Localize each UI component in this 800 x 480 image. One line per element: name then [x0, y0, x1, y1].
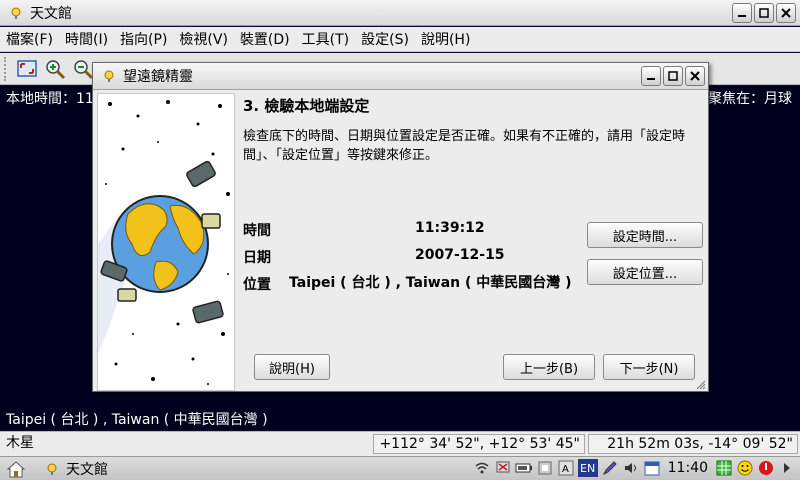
step-description: 檢查底下的時間、日期與位置設定是否正確。如果有不正確的，請用「設定時間」、「設定… — [243, 129, 686, 163]
menu-tools[interactable]: 工具(T) — [296, 29, 355, 49]
menu-file[interactable]: 檔案(F) — [0, 29, 59, 49]
home-icon[interactable] — [6, 460, 26, 478]
kstars-task-icon — [44, 461, 60, 477]
dialog-maximize-button[interactable] — [663, 66, 683, 86]
sky-focus-info: 聚焦在：月球 — [708, 91, 792, 107]
language-indicator-label: EN — [580, 461, 596, 475]
set-time-button[interactable]: 設定時間... — [587, 222, 703, 248]
close-button[interactable] — [776, 3, 796, 23]
menubar: 檔案(F) 時間(I) 指向(P) 檢視(V) 裝置(D) 工具(T) 設定(S… — [0, 27, 800, 52]
grid-apps-icon[interactable] — [715, 459, 733, 477]
toolbar-handle[interactable] — [4, 56, 10, 81]
status-object-name: 木星 — [6, 435, 34, 451]
taskbar: 天文館 A EN 11:40 — [0, 456, 800, 480]
status-altaz: +112° 34' 52", +12° 53' 45" — [373, 434, 585, 454]
dialog-minimize-button[interactable] — [641, 66, 661, 86]
location-value: Taipei ( 台北 ) , Taiwan ( 中華民國台灣 ) — [289, 275, 572, 291]
date-value: 2007-12-15 — [415, 247, 505, 263]
network-icon[interactable] — [494, 459, 512, 477]
maximize-button[interactable] — [754, 3, 774, 23]
dialog-close-button[interactable] — [685, 66, 705, 86]
language-indicator[interactable]: EN — [577, 459, 598, 477]
statusbar: 木星 +112° 34' 52", +12° 53' 45" 21h 52m 0… — [0, 431, 800, 456]
dialog-title: 望遠鏡精靈 — [123, 69, 193, 85]
keyboard-icon[interactable] — [536, 459, 554, 477]
volume-icon[interactable] — [622, 459, 640, 477]
system-tray: A EN 11:40 — [473, 459, 796, 477]
sky-location-info: Taipei ( 台北 ) , Taiwan ( 中華民國台灣 ) — [6, 412, 268, 428]
status-radec: 21h 52m 03s, -14° 09' 52" — [588, 434, 798, 454]
back-button[interactable]: 上一步(B) — [503, 354, 595, 380]
resize-grip-icon[interactable] — [696, 379, 706, 390]
menu-settings[interactable]: 設定(S) — [355, 29, 415, 49]
power-icon[interactable] — [757, 459, 775, 477]
taskbar-app-label: 天文館 — [66, 461, 108, 478]
set-location-button[interactable]: 設定位置... — [587, 259, 703, 285]
time-value: 11:39:12 — [415, 220, 485, 236]
dialog-titlebar: 望遠鏡精靈 — [93, 63, 708, 90]
menu-devices[interactable]: 裝置(D) — [234, 29, 296, 49]
battery-icon[interactable] — [515, 459, 533, 477]
taskbar-clock[interactable]: 11:40 — [668, 460, 708, 476]
time-label: 時間 — [243, 223, 271, 239]
sky-time-info: 本地時間：11 — [6, 91, 94, 107]
main-titlebar: 天文館 — [0, 0, 800, 26]
menu-time[interactable]: 時間(I) — [59, 29, 114, 49]
kstars-app-icon — [8, 5, 24, 21]
zoom-in-icon[interactable] — [42, 56, 68, 82]
step-title: 3. 檢驗本地端設定 — [243, 97, 370, 115]
location-label: 位置 — [243, 277, 271, 293]
dialog-app-icon — [101, 68, 117, 84]
menu-help[interactable]: 說明(H) — [415, 29, 476, 49]
help-button[interactable]: 說明(H) — [254, 354, 330, 380]
svg-text:A: A — [562, 464, 569, 475]
input-method-icon[interactable]: A — [557, 459, 575, 477]
smiley-icon[interactable] — [736, 459, 754, 477]
minimize-button[interactable] — [732, 3, 752, 23]
date-label: 日期 — [243, 250, 271, 266]
pen-icon[interactable] — [601, 459, 619, 477]
menu-view[interactable]: 檢視(V) — [173, 29, 234, 49]
next-button[interactable]: 下一步(N) — [603, 354, 695, 380]
taskbar-app-kstars[interactable]: 天文館 — [36, 459, 108, 479]
tray-expand-arrow-icon[interactable] — [778, 459, 796, 477]
telescope-wizard-dialog: 望遠鏡精靈 3. 檢驗本地端設定 檢查底下的時間、日期與位置設定是否正確。如果有… — [92, 62, 709, 392]
fullscreen-icon[interactable] — [14, 56, 40, 82]
wifi-icon[interactable] — [473, 459, 491, 477]
window-title: 天文館 — [30, 5, 72, 22]
menu-pointing[interactable]: 指向(P) — [114, 29, 173, 49]
calendar-icon[interactable] — [643, 459, 661, 477]
wizard-illustration — [97, 93, 235, 391]
